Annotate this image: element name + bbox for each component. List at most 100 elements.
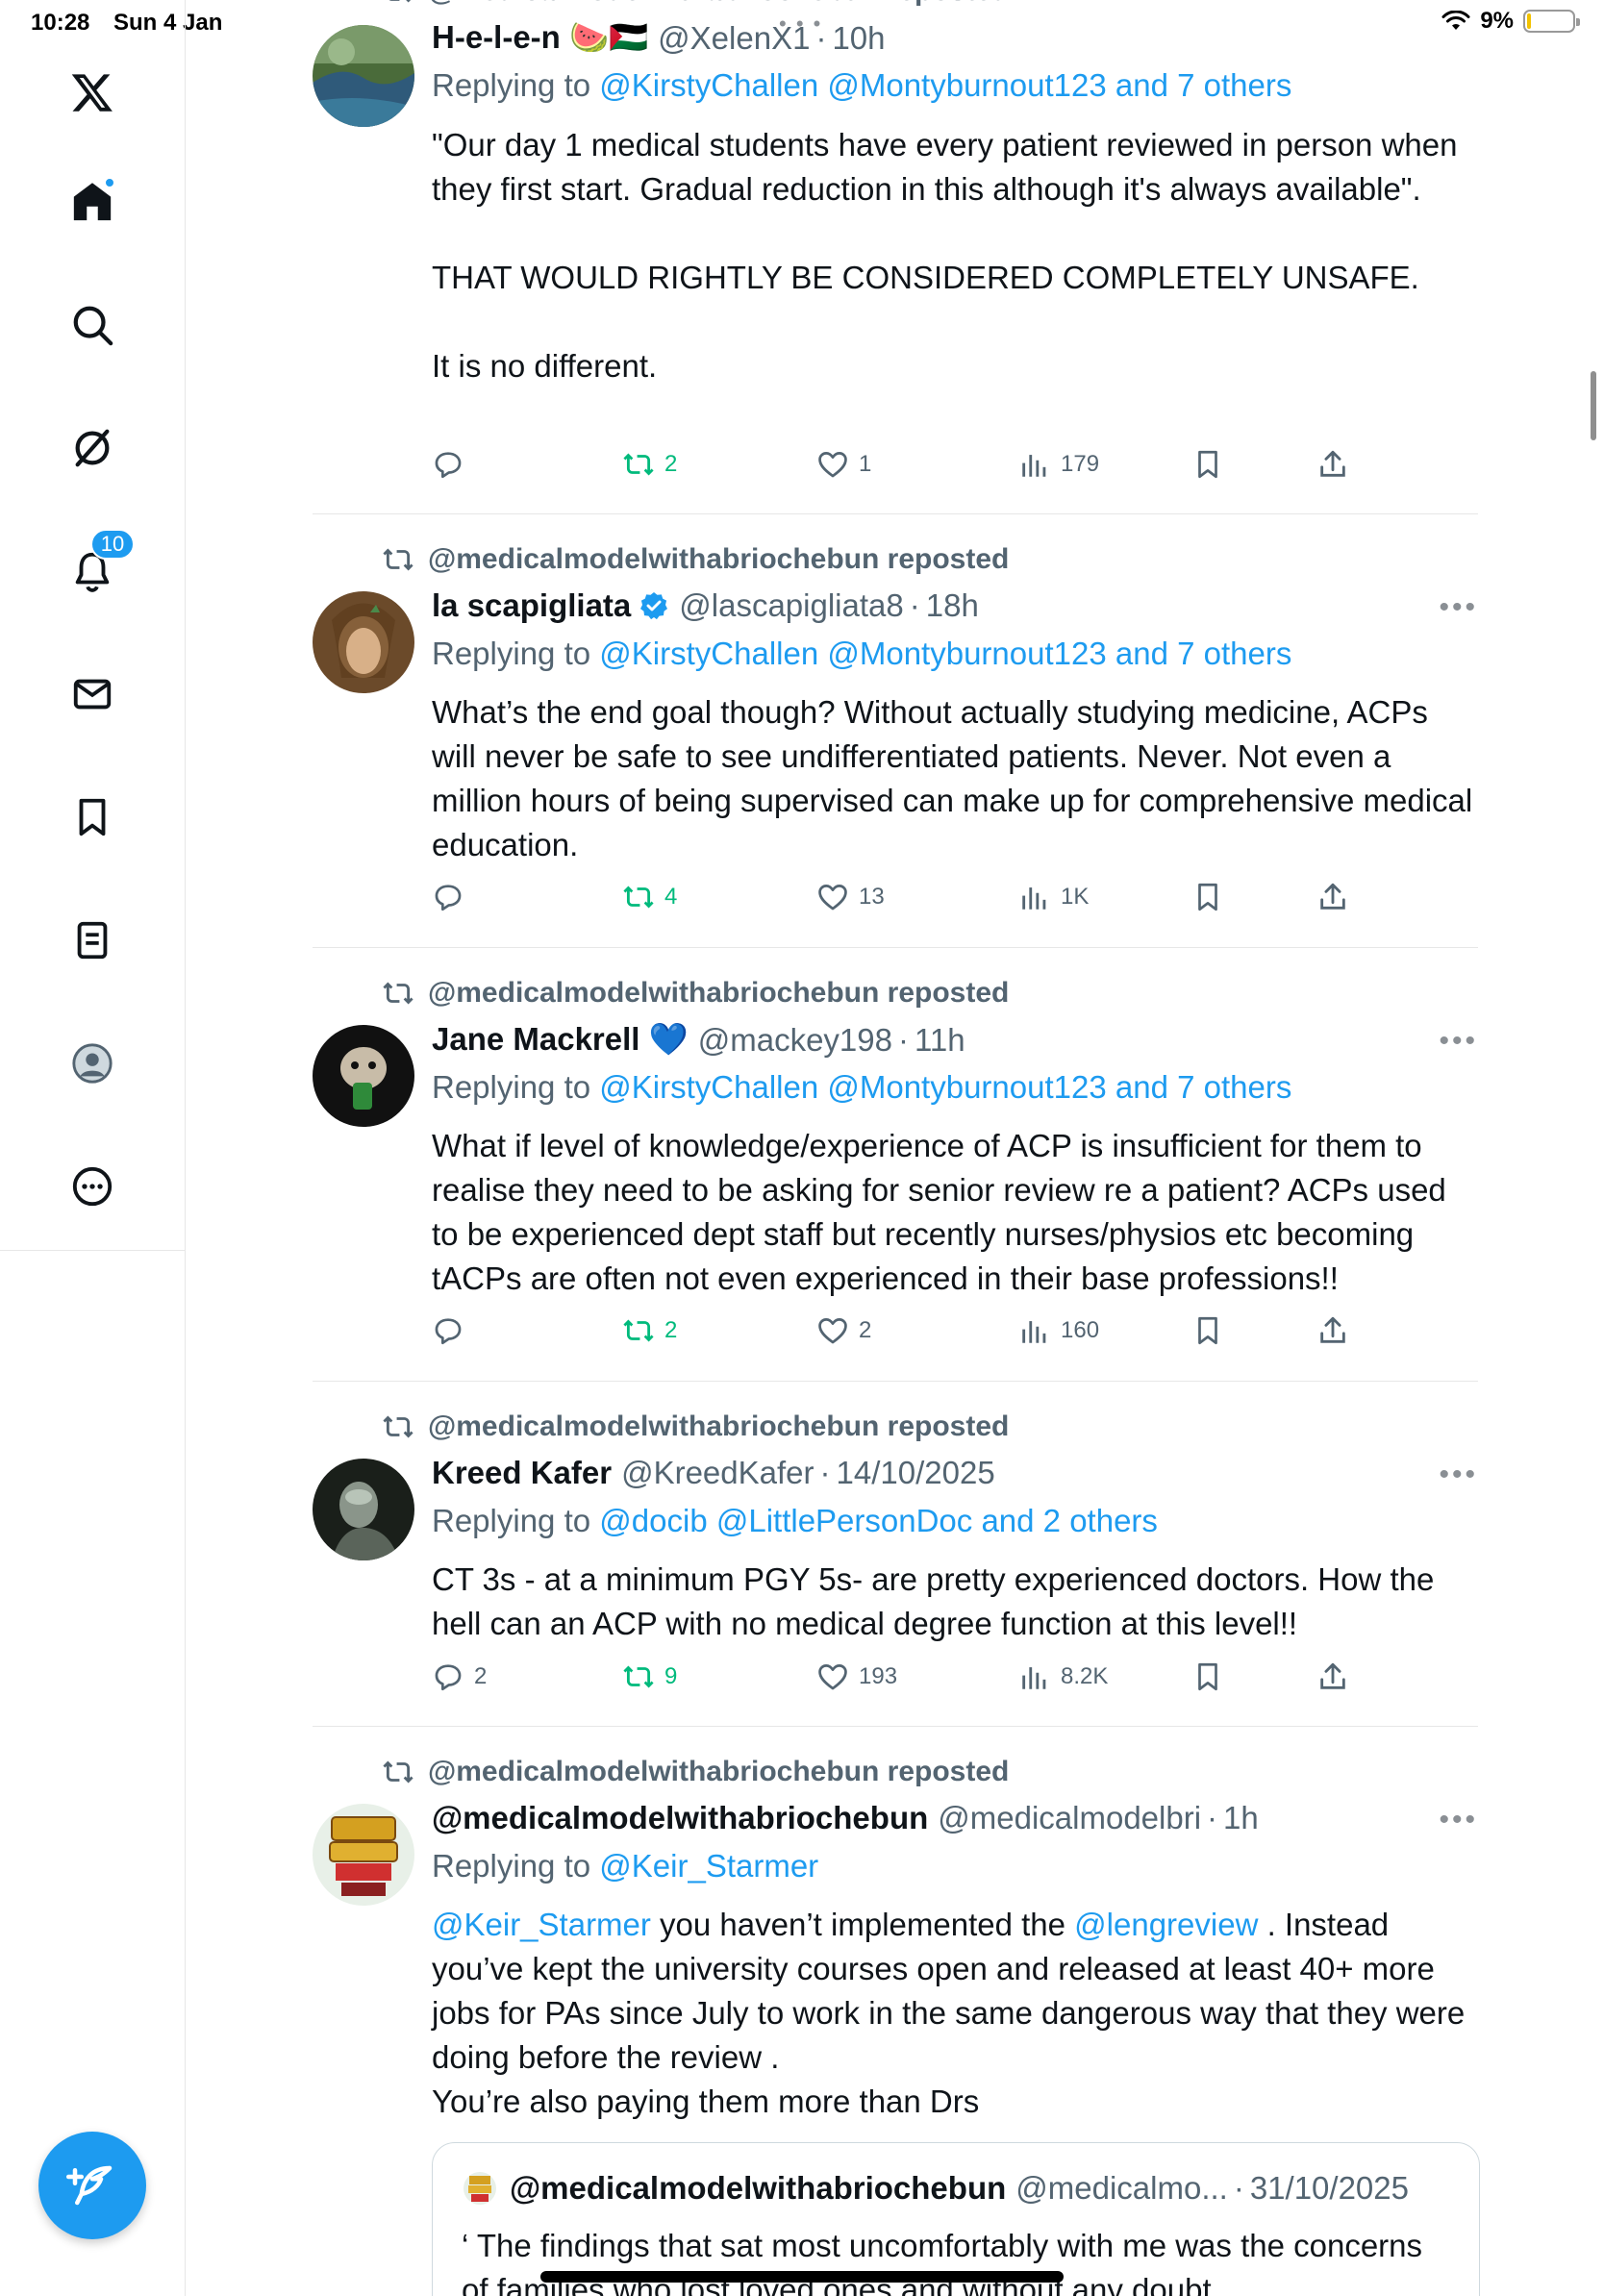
repost-icon [383, 548, 414, 571]
home-indicator[interactable] [540, 2271, 1064, 2283]
share-button[interactable] [1316, 1660, 1349, 1693]
battery-level [1527, 13, 1531, 29]
tweet-text: What’s the end goal though? Without actu… [432, 694, 1482, 862]
share-button[interactable] [1316, 881, 1349, 913]
bookmark-button[interactable] [1191, 1660, 1224, 1693]
grok-icon[interactable] [63, 419, 121, 477]
replying-to-link[interactable]: @KirstyChallen @Montyburnout123 and 7 ot… [599, 1069, 1291, 1105]
battery-icon [1523, 10, 1580, 33]
repost-button[interactable]: 2 [622, 448, 677, 481]
avatar[interactable] [313, 1804, 414, 1906]
more-dots-icon[interactable]: ••• [1439, 591, 1478, 624]
reply-button[interactable] [432, 881, 474, 913]
reply-button[interactable]: 2 [432, 1660, 487, 1693]
repost-button[interactable]: 9 [622, 1660, 677, 1693]
mention-link[interactable]: @Keir_Starmer [432, 1907, 651, 1942]
lists-icon[interactable] [63, 911, 121, 969]
tweet-actions: 2 1 179 [432, 448, 1365, 487]
heart-icon [818, 452, 847, 478]
separator-dot: · [1233, 2170, 1244, 2206]
avatar[interactable] [313, 1459, 414, 1560]
reply-button[interactable] [432, 448, 474, 481]
views-button[interactable]: 179 [1018, 448, 1099, 481]
views-button[interactable]: 1K [1018, 881, 1089, 913]
more-dots-icon[interactable]: ••• [1439, 1804, 1478, 1836]
avatar[interactable] [313, 25, 414, 127]
share-button[interactable] [1316, 448, 1349, 481]
tweet-text: What if level of knowledge/experience of… [432, 1128, 1455, 1296]
mail-icon[interactable] [63, 665, 121, 723]
display-name[interactable]: @medicalmodelwithabriochebun [432, 1800, 928, 1836]
share-icon [1320, 1662, 1345, 1689]
timestamp[interactable]: 11h [915, 1022, 965, 1059]
search-icon[interactable] [63, 296, 121, 354]
display-name[interactable]: Jane Mackrell 💙 [432, 1021, 689, 1059]
repost-icon [623, 1319, 654, 1342]
replying-to-link[interactable]: @docib @LittlePersonDoc and 2 others [599, 1503, 1158, 1538]
tweet-actions: 2 2 160 [432, 1314, 1365, 1353]
like-button[interactable]: 193 [816, 1660, 897, 1693]
reply-button[interactable] [432, 1314, 474, 1347]
bookmark-button[interactable] [1191, 448, 1224, 481]
views-count: 1K [1061, 884, 1090, 910]
share-button[interactable] [1316, 1314, 1349, 1347]
replying-to: Replying to @KirstyChallen @Montyburnout… [432, 67, 1291, 104]
like-button[interactable]: 13 [816, 881, 885, 913]
tweet-separator [313, 513, 1478, 514]
display-name[interactable]: la scapigliata [432, 587, 631, 624]
mention-link[interactable]: @lengreview [1074, 1907, 1258, 1942]
bell-icon[interactable]: 10 [63, 529, 135, 600]
repost-label[interactable]: @medicalmodelwithabriochebun reposted [428, 977, 1009, 1010]
handle[interactable]: @medicalmodelbri [938, 1800, 1201, 1836]
replying-prefix: Replying to [432, 1069, 591, 1105]
repost-label[interactable]: @medicalmodelwithabriochebun reposted [428, 1410, 1009, 1443]
display-name[interactable]: Kreed Kafer [432, 1455, 612, 1491]
repost-icon [623, 453, 654, 476]
x-logo-icon[interactable] [63, 63, 121, 121]
replying-to-link[interactable]: @KirstyChallen @Montyburnout123 and 7 ot… [599, 67, 1291, 103]
avatar[interactable] [313, 591, 414, 693]
tweet-header: la scapigliata @lascapigliata8 · 18h [432, 587, 979, 624]
tweet-separator [313, 947, 1478, 948]
replying-to-link[interactable]: @Keir_Starmer [599, 1848, 818, 1884]
avatar[interactable] [313, 1025, 414, 1127]
handle[interactable]: @KreedKafer [621, 1455, 814, 1491]
repost-label[interactable]: @medicalmodelwithabriochebun reposted [428, 543, 1009, 576]
tweet-text: CT 3s - at a minimum PGY 5s- are pretty … [432, 1561, 1443, 1641]
repost-button[interactable]: 4 [622, 881, 677, 913]
handle[interactable]: @XelenX1 [658, 20, 810, 57]
views-count: 8.2K [1061, 1663, 1109, 1689]
scroll-indicator[interactable] [1591, 371, 1596, 440]
more-dots-icon[interactable]: ••• [1439, 1459, 1478, 1491]
replying-to-link[interactable]: @KirstyChallen @Montyburnout123 and 7 ot… [599, 636, 1291, 671]
timestamp[interactable]: 14/10/2025 [837, 1455, 995, 1491]
tweet-header: @medicalmodelwithabriochebun @medicalmod… [432, 1800, 1259, 1836]
bookmark-button[interactable] [1191, 881, 1224, 913]
tweet-text-part: you haven’t implemented the [650, 1907, 1075, 1942]
views-button[interactable]: 8.2K [1018, 1660, 1108, 1693]
display-name[interactable]: H-e-l-e-n 🍉🇵🇸 [432, 19, 648, 57]
compose-button[interactable] [38, 2132, 146, 2239]
repost-label[interactable]: @medicalmodelwithabriochebun reposted [428, 0, 1009, 8]
repost-label[interactable]: @medicalmodelwithabriochebun reposted [428, 1756, 1009, 1788]
profile-icon[interactable] [63, 1035, 121, 1092]
views-button[interactable]: 160 [1018, 1314, 1099, 1347]
handle[interactable]: @lascapigliata8 [679, 587, 903, 624]
like-button[interactable]: 1 [816, 448, 871, 481]
quoted-tweet-text: ‘ The findings that sat most uncomfortab… [462, 2228, 1423, 2296]
timestamp[interactable]: 1h [1223, 1800, 1259, 1836]
timestamp[interactable]: 10h [832, 20, 885, 57]
like-button[interactable]: 2 [816, 1314, 871, 1347]
repost-icon [388, 0, 412, 3]
timestamp[interactable]: 18h [926, 587, 979, 624]
bookmark-icon[interactable] [63, 788, 121, 846]
handle[interactable]: @mackey198 [698, 1022, 892, 1059]
more-options-icon[interactable] [63, 1158, 121, 1215]
bookmark-button[interactable] [1191, 1314, 1224, 1347]
home-icon[interactable] [63, 173, 121, 231]
notifications-badge: 10 [90, 529, 135, 560]
tweet-separator [313, 1726, 1478, 1727]
share-icon [1320, 883, 1345, 910]
more-dots-icon[interactable]: ••• [1439, 1025, 1478, 1058]
repost-button[interactable]: 2 [622, 1314, 677, 1347]
